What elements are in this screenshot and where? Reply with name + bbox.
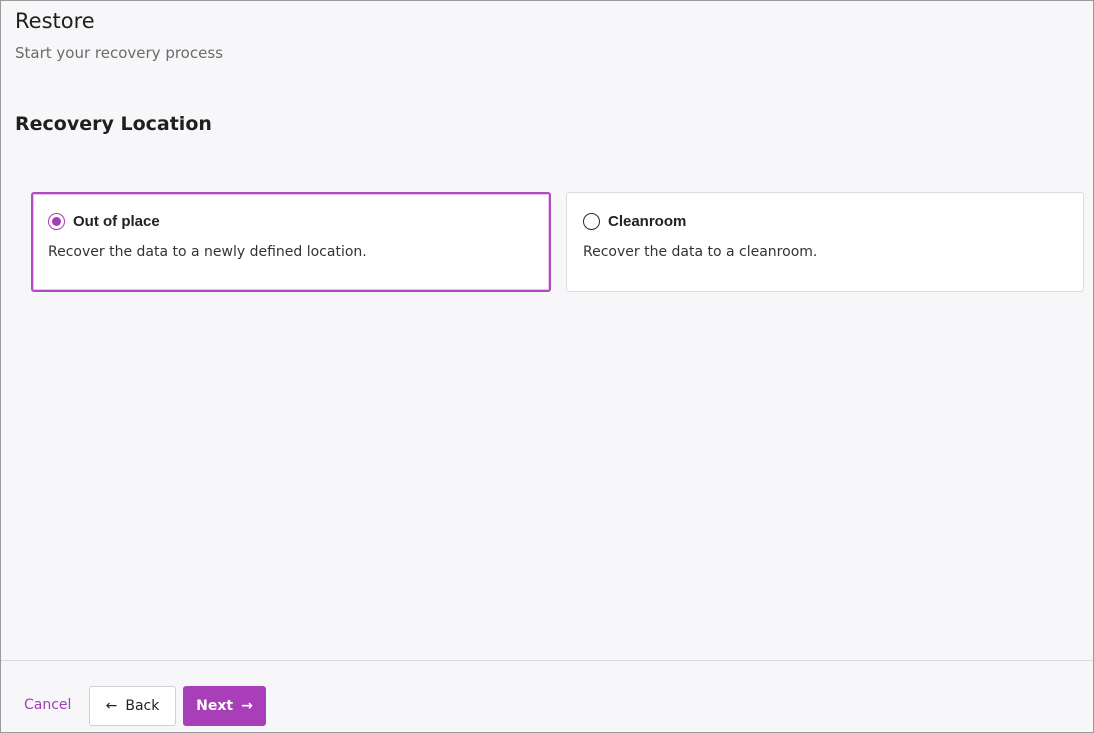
restore-wizard: Restore Start your recovery process Reco… [0,0,1094,733]
wizard-footer: Cancel ← Back Next → [1,660,1093,732]
next-button[interactable]: Next → [183,686,266,726]
page-subtitle: Start your recovery process [15,44,223,62]
option-description: Recover the data to a cleanroom. [583,244,818,260]
option-card-out-of-place[interactable]: Out of place Recover the data to a newly… [31,192,551,292]
arrow-left-icon: ← [105,698,118,714]
radio-unselected-icon[interactable] [583,213,600,230]
page-title: Restore [15,9,95,33]
section-title: Recovery Location [15,113,212,135]
next-button-label: Next [196,698,234,714]
option-header: Out of place [48,213,160,230]
option-label: Out of place [73,213,160,230]
radio-selected-icon[interactable] [48,213,65,230]
option-description: Recover the data to a newly defined loca… [48,244,367,260]
back-button-label: Back [125,698,160,714]
arrow-right-icon: → [241,698,253,714]
cancel-button[interactable]: Cancel [24,697,71,713]
back-button[interactable]: ← Back [89,686,176,726]
option-header: Cleanroom [583,213,686,230]
option-label: Cleanroom [608,213,687,230]
option-card-cleanroom[interactable]: Cleanroom Recover the data to a cleanroo… [566,192,1084,292]
